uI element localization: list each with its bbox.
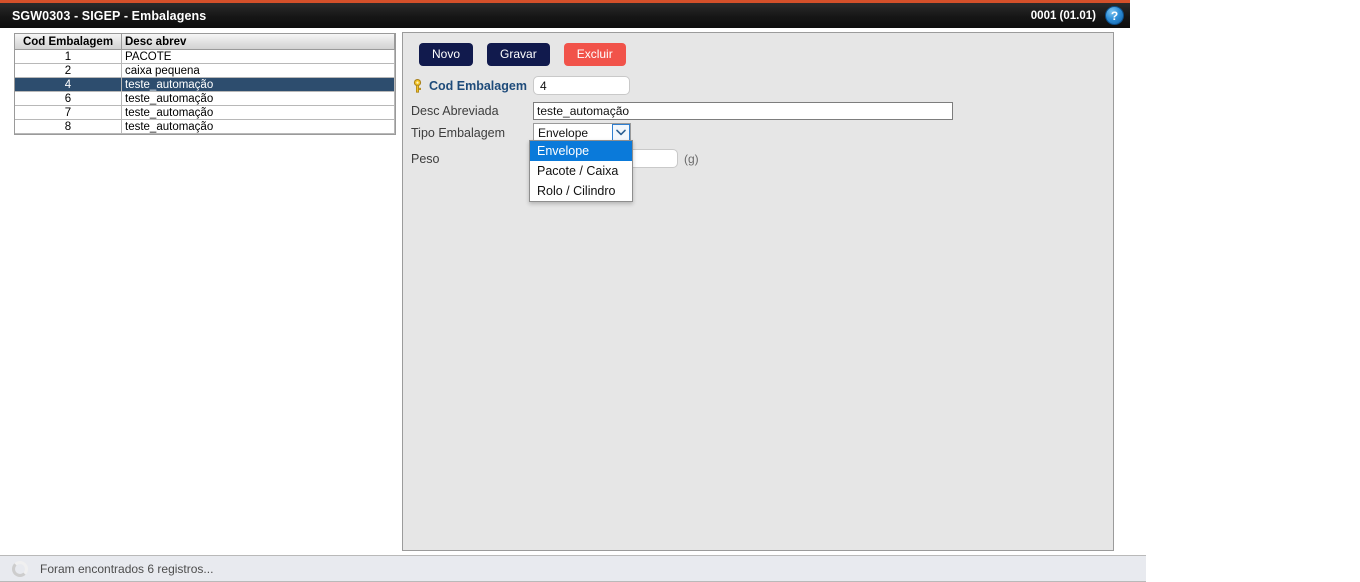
- window-title: SGW0303 - SIGEP - Embalagens: [12, 8, 207, 23]
- cell-desc-abrev: teste_automação: [121, 77, 395, 92]
- cod-embalagem-label-cell: Cod Embalagem: [407, 78, 529, 93]
- field-row-desc-abreviada: Desc Abreviada: [407, 102, 953, 120]
- column-header-desc-abrev[interactable]: Desc abrev: [121, 34, 395, 50]
- desc-abreviada-label-cell: Desc Abreviada: [407, 104, 529, 118]
- cod-embalagem-label: Cod Embalagem: [429, 78, 527, 93]
- desc-abreviada-label: Desc Abreviada: [411, 104, 499, 118]
- application-window: SGW0303 - SIGEP - Embalagens 0001 (01.01…: [0, 0, 1360, 582]
- table-row[interactable]: 2 caixa pequena: [15, 63, 395, 78]
- peso-label: Peso: [411, 151, 440, 166]
- version-label: 0001 (01.01): [1030, 9, 1096, 22]
- cell-desc-abrev: teste_automação: [121, 119, 395, 134]
- column-header-cod-embalagem[interactable]: Cod Embalagem: [15, 34, 122, 50]
- tipo-embalagem-dropdown-list[interactable]: Envelope Pacote / Caixa Rolo / Cilindro: [529, 140, 633, 202]
- cell-desc-abrev: teste_automação: [121, 91, 395, 106]
- dropdown-option[interactable]: Rolo / Cilindro: [530, 181, 632, 201]
- cell-cod-embalagem: 6: [15, 91, 122, 106]
- cell-cod-embalagem: 2: [15, 63, 122, 78]
- desc-abreviada-input[interactable]: [533, 102, 953, 120]
- titlebar: SGW0303 - SIGEP - Embalagens 0001 (01.01…: [0, 3, 1130, 28]
- dropdown-option[interactable]: Envelope: [530, 141, 632, 161]
- tipo-embalagem-label-cell: Tipo Embalagem: [407, 126, 529, 140]
- status-message: Foram encontrados 6 registros...: [40, 561, 214, 576]
- tipo-embalagem-selected-value: Envelope: [538, 125, 589, 140]
- table-row[interactable]: 1 PACOTE: [15, 49, 395, 64]
- chevron-down-icon[interactable]: [612, 124, 630, 141]
- statusbar: Foram encontrados 6 registros...: [0, 555, 1146, 582]
- cell-cod-embalagem: 8: [15, 119, 122, 134]
- cell-desc-abrev: caixa pequena: [121, 63, 395, 78]
- loading-spinner-icon: [12, 560, 28, 577]
- dropdown-option[interactable]: Pacote / Caixa: [530, 161, 632, 181]
- table-header-row: Cod Embalagem Desc abrev: [15, 34, 395, 50]
- tipo-embalagem-label: Tipo Embalagem: [411, 125, 506, 140]
- cell-desc-abrev: PACOTE: [121, 49, 395, 64]
- detail-form-panel: Novo Gravar Excluir Cod Embalagem 4 Desc…: [402, 32, 1114, 551]
- table-row[interactable]: 7 teste_automação: [15, 105, 395, 120]
- titlebar-right-group: 0001 (01.01) ?: [1031, 6, 1124, 25]
- table-header: Cod Embalagem Desc abrev: [15, 34, 395, 50]
- table-row[interactable]: 4 teste_automação: [15, 77, 395, 92]
- gravar-button[interactable]: Gravar: [487, 43, 550, 66]
- excluir-button[interactable]: Excluir: [563, 43, 626, 66]
- novo-button[interactable]: Novo: [419, 43, 474, 66]
- cell-desc-abrev: teste_automação: [121, 105, 395, 120]
- table-body: 1 PACOTE 2 caixa pequena 4 teste_automação 6 te…: [15, 49, 395, 134]
- cod-embalagem-input[interactable]: [533, 76, 630, 95]
- key-icon: [411, 78, 424, 93]
- peso-label-cell: Peso: [407, 152, 529, 166]
- table-row[interactable]: 8 teste_automação: [15, 119, 395, 134]
- cell-cod-embalagem: 1: [15, 49, 122, 64]
- peso-unit-label: (g): [684, 151, 699, 166]
- cell-cod-embalagem: 4: [15, 77, 122, 92]
- cell-cod-embalagem: 7: [15, 105, 122, 120]
- help-icon[interactable]: ?: [1105, 6, 1124, 25]
- records-grid-panel: Cod Embalagem Desc abrev 1 PACOTE 2 caixa p…: [14, 33, 396, 135]
- form-toolbar: Novo Gravar Excluir: [419, 43, 626, 66]
- table-row[interactable]: 6 teste_automação: [15, 91, 395, 106]
- records-table: Cod Embalagem Desc abrev 1 PACOTE 2 caixa p…: [15, 34, 395, 134]
- field-row-cod-embalagem: Cod Embalagem: [407, 76, 630, 95]
